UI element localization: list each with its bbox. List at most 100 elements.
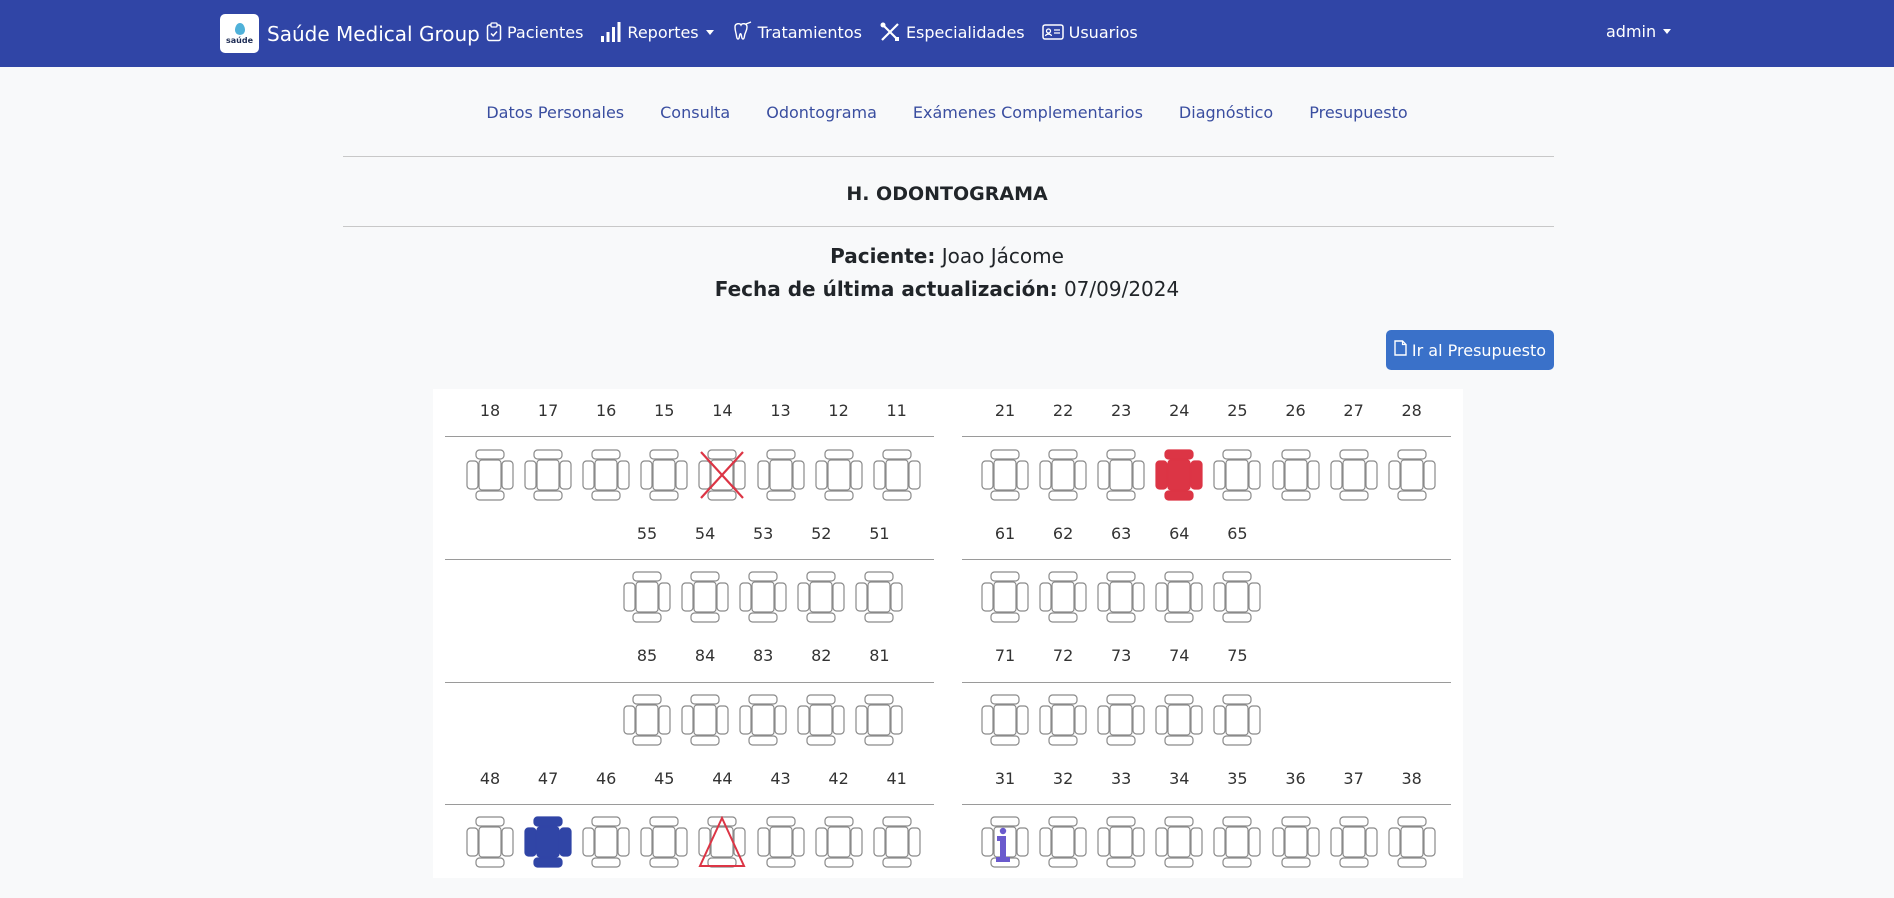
- tooth-diagram-icon: [681, 571, 729, 623]
- tooth-53[interactable]: [739, 571, 787, 623]
- tooth-16[interactable]: [582, 449, 630, 501]
- top-navbar: saúde Saúde Medical Group Pacientes Repo…: [0, 0, 1894, 67]
- tooth-48[interactable]: [466, 816, 514, 868]
- tooth-21[interactable]: [981, 449, 1029, 501]
- tooth-47[interactable]: [524, 816, 572, 868]
- tooth-35[interactable]: [1213, 816, 1261, 868]
- nav-item-especialidades[interactable]: Especialidades: [879, 21, 1025, 43]
- nav-item-tratamientos[interactable]: Tratamientos: [731, 21, 862, 43]
- tooth-38[interactable]: [1388, 816, 1436, 868]
- tooth-diagram-icon: [855, 694, 903, 746]
- tooth-diagram-icon: [873, 449, 921, 501]
- tab-odontograma[interactable]: Odontograma: [766, 103, 877, 122]
- nav-item-usuarios[interactable]: Usuarios: [1041, 23, 1138, 42]
- tooth-64[interactable]: [1155, 571, 1203, 623]
- tooth-diagram-icon: [524, 816, 572, 868]
- tooth-12[interactable]: [814, 449, 863, 501]
- tooth-52[interactable]: [797, 571, 845, 623]
- nav-links: Pacientes Reportes Tratamientos Especial…: [486, 0, 1155, 64]
- tooth-63[interactable]: [1097, 571, 1145, 623]
- tooth-46[interactable]: [582, 816, 630, 868]
- tooth-15[interactable]: [640, 449, 688, 501]
- tooth-18[interactable]: [466, 449, 514, 501]
- tooth-25[interactable]: [1213, 449, 1261, 501]
- tooth-27[interactable]: [1329, 449, 1378, 501]
- tooth-number: 26: [1285, 401, 1306, 420]
- tooth-71[interactable]: [981, 694, 1029, 746]
- user-menu-label: admin: [1606, 22, 1657, 41]
- tooth-diagram-icon: [1097, 694, 1145, 746]
- tooth-51[interactable]: [855, 571, 903, 623]
- tooth-diagram-icon: [1213, 694, 1261, 746]
- nav-item-reportes[interactable]: Reportes: [600, 21, 714, 43]
- tooth-73[interactable]: [1097, 694, 1145, 746]
- tooth-number: 14: [712, 401, 733, 420]
- brand-logo: saúde: [220, 14, 259, 53]
- tab-datos-personales[interactable]: Datos Personales: [486, 103, 624, 122]
- tooth-14[interactable]: [698, 449, 746, 501]
- nav-item-pacientes[interactable]: Pacientes: [486, 22, 583, 42]
- brand-link[interactable]: saúde Saúde Medical Group: [220, 14, 480, 53]
- chevron-down-icon: [1663, 29, 1672, 34]
- tooth-43[interactable]: [756, 816, 805, 868]
- tooth-diagram-icon: [623, 694, 671, 746]
- tooth-diagram-icon: [1213, 816, 1261, 868]
- tooth-85[interactable]: [623, 694, 671, 746]
- tooth-31[interactable]: [981, 816, 1029, 868]
- file-icon: [1394, 340, 1407, 360]
- tooth-diagram-icon: [1213, 449, 1261, 501]
- row-divider: [445, 436, 934, 437]
- tooth-44[interactable]: [698, 816, 746, 868]
- tooth-84[interactable]: [681, 694, 729, 746]
- user-menu[interactable]: admin: [1606, 22, 1672, 41]
- tooth-number: 23: [1111, 401, 1132, 420]
- tooth-72[interactable]: [1039, 694, 1087, 746]
- tooth-42[interactable]: [814, 816, 863, 868]
- tab-consulta[interactable]: Consulta: [660, 103, 730, 122]
- tooth-diagram-icon: [797, 694, 845, 746]
- tooth-24[interactable]: [1155, 449, 1203, 501]
- tooth-82[interactable]: [797, 694, 845, 746]
- tooth-number: 83: [753, 646, 774, 665]
- tooth-65[interactable]: [1213, 571, 1261, 623]
- tooth-61[interactable]: [981, 571, 1029, 623]
- tooth-17[interactable]: [524, 449, 572, 501]
- tab-examenes[interactable]: Exámenes Complementarios: [913, 103, 1143, 122]
- tooth-74[interactable]: [1155, 694, 1203, 746]
- tooth-28[interactable]: [1388, 449, 1436, 501]
- tooth-55[interactable]: [623, 571, 671, 623]
- tooth-62[interactable]: [1039, 571, 1087, 623]
- tooth-number: 61: [994, 524, 1016, 543]
- tooth-number: 16: [596, 401, 617, 420]
- tab-diagnostico[interactable]: Diagnóstico: [1179, 103, 1273, 122]
- tooth-81[interactable]: [855, 694, 903, 746]
- tooth-36[interactable]: [1271, 816, 1320, 868]
- tooth-83[interactable]: [739, 694, 787, 746]
- tooth-number: 85: [636, 646, 658, 665]
- tooth-number: 63: [1111, 524, 1132, 543]
- tooth-54[interactable]: [681, 571, 729, 623]
- tooth-45[interactable]: [640, 816, 688, 868]
- tooth-32[interactable]: [1039, 816, 1087, 868]
- tooth-11[interactable]: [873, 449, 921, 501]
- tooth-26[interactable]: [1271, 449, 1320, 501]
- tooth-13[interactable]: [756, 449, 805, 501]
- tooth-23[interactable]: [1097, 449, 1145, 501]
- tooth-number: 47: [537, 769, 559, 788]
- tooth-34[interactable]: [1155, 816, 1203, 868]
- tooth-41[interactable]: [873, 816, 921, 868]
- tooth-number: 11: [886, 401, 907, 420]
- go-to-budget-button[interactable]: Ir al Presupuesto: [1386, 330, 1554, 370]
- tooth-diagram-icon: [1039, 449, 1087, 501]
- tooth-number: 74: [1169, 646, 1190, 665]
- tooth-33[interactable]: [1097, 816, 1145, 868]
- tooth-22[interactable]: [1039, 449, 1087, 501]
- tooth-number: 25: [1227, 401, 1248, 420]
- tooth-number: 52: [811, 524, 832, 543]
- tooth-number: 65: [1227, 524, 1248, 543]
- tooth-37[interactable]: [1329, 816, 1378, 868]
- tooth-diagram-icon: [1097, 816, 1145, 868]
- tab-presupuesto[interactable]: Presupuesto: [1309, 103, 1407, 122]
- tooth-number: 21: [994, 401, 1016, 420]
- tooth-75[interactable]: [1213, 694, 1261, 746]
